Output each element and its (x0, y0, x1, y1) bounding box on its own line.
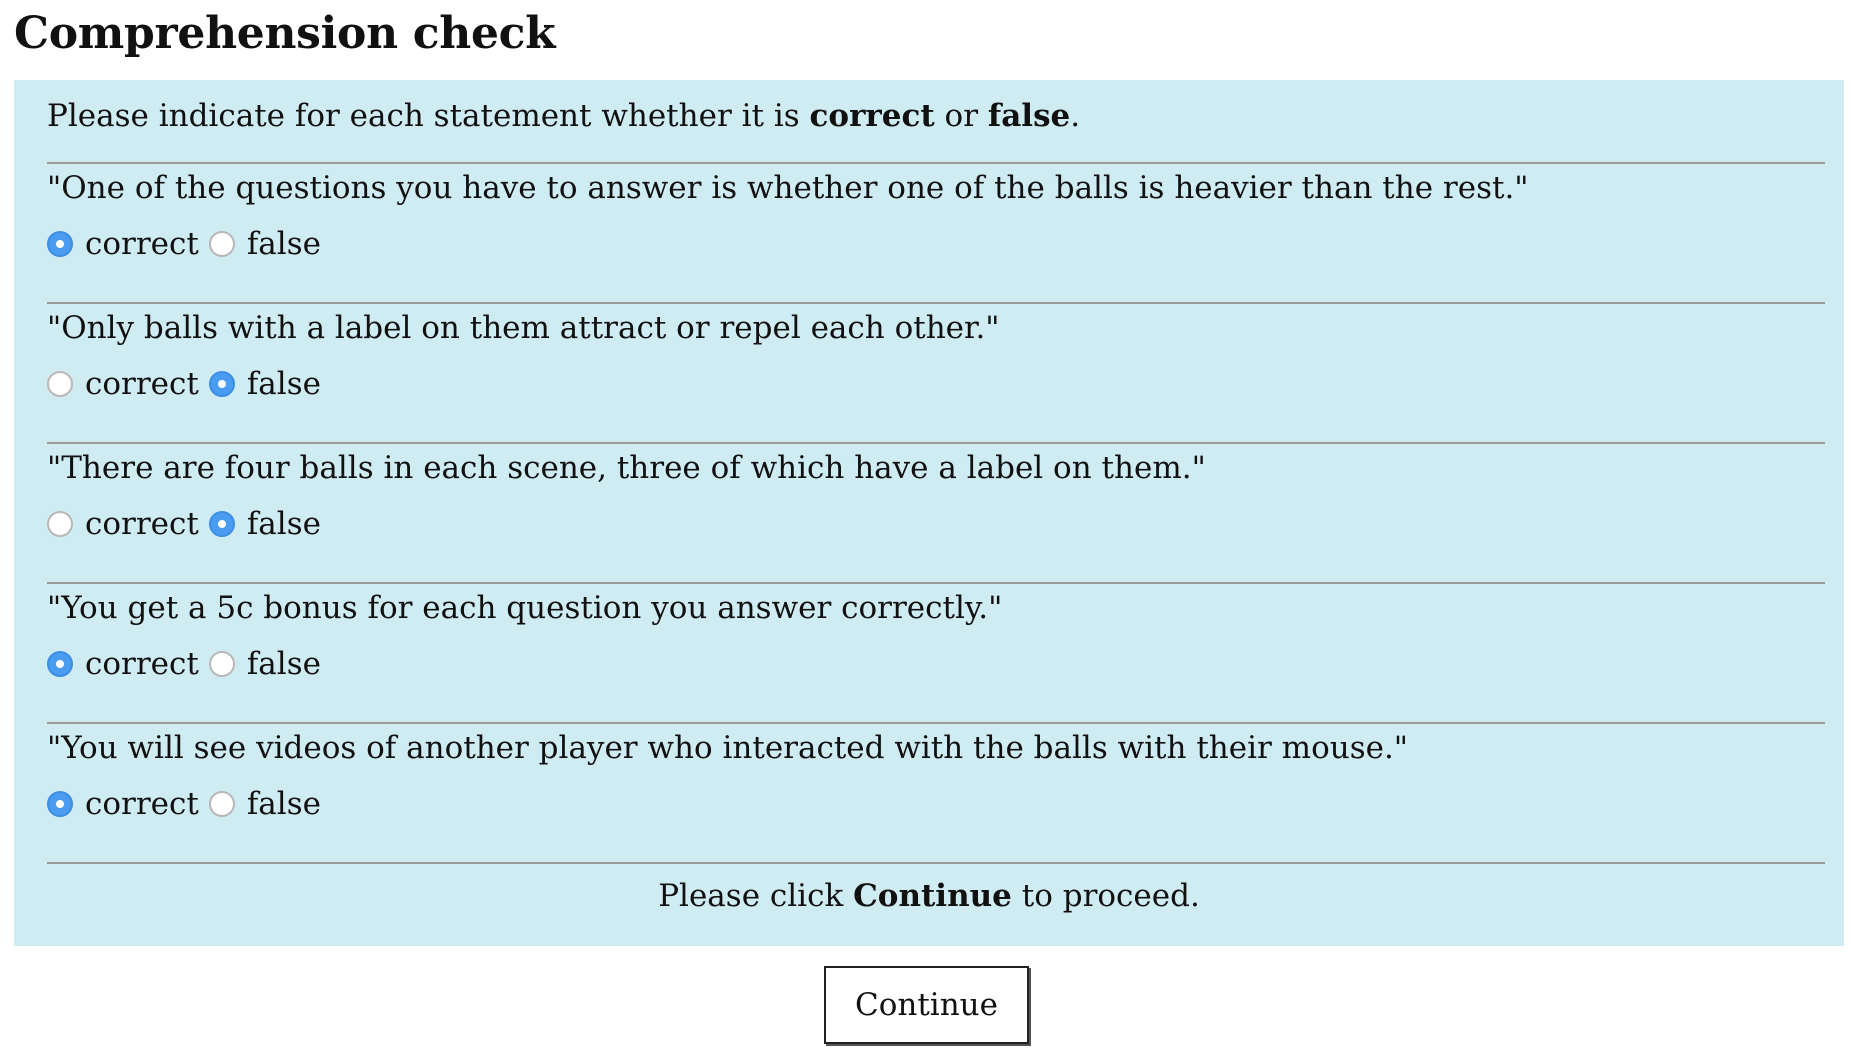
option-label-false: false (246, 366, 321, 402)
radio-button[interactable] (47, 511, 73, 537)
page-title: Comprehension check (14, 8, 556, 59)
question-2-option-false[interactable]: false (208, 366, 321, 402)
question-3-options: correct false (47, 504, 321, 544)
radio-button[interactable] (208, 511, 235, 537)
option-label-false: false (246, 506, 321, 542)
question-5-option-false[interactable]: false (208, 786, 321, 822)
radio-button[interactable] (208, 231, 235, 257)
continue-button[interactable]: Continue (824, 966, 1029, 1044)
footer-bold: Continue (853, 878, 1012, 914)
option-label-correct: correct (85, 226, 199, 262)
instructions-prefix: Please indicate for each statement wheth… (47, 98, 810, 134)
question-4-option-false[interactable]: false (208, 646, 321, 682)
divider (47, 582, 1825, 584)
divider (47, 722, 1825, 724)
divider (47, 162, 1825, 164)
question-4-option-correct[interactable]: correct (47, 646, 199, 682)
footer-prefix: Please click (658, 878, 854, 914)
question-4-statement: "You get a 5c bonus for each question yo… (47, 590, 1003, 626)
option-label-correct: correct (85, 366, 199, 402)
question-5-statement: "You will see videos of another player w… (47, 730, 1409, 766)
option-label-false: false (246, 786, 321, 822)
radio-button[interactable] (47, 791, 73, 817)
question-5-option-correct[interactable]: correct (47, 786, 199, 822)
question-1-option-correct[interactable]: correct (47, 226, 199, 262)
radio-button[interactable] (47, 651, 73, 677)
instructions-middle: or (934, 98, 988, 134)
footer-suffix: to proceed. (1011, 878, 1200, 914)
radio-button[interactable] (208, 651, 235, 677)
question-2-option-correct[interactable]: correct (47, 366, 199, 402)
question-1-options: correct false (47, 224, 321, 264)
comprehension-panel: Please indicate for each statement wheth… (14, 80, 1844, 946)
divider (47, 302, 1825, 304)
question-2-options: correct false (47, 364, 321, 404)
option-label-false: false (246, 646, 321, 682)
question-1-option-false[interactable]: false (208, 226, 321, 262)
option-label-false: false (246, 226, 321, 262)
radio-button[interactable] (47, 371, 73, 397)
instructions-suffix: . (1070, 98, 1081, 134)
option-label-correct: correct (85, 646, 199, 682)
divider (47, 862, 1825, 864)
radio-button[interactable] (208, 791, 235, 817)
question-3-option-false[interactable]: false (208, 506, 321, 542)
question-3-statement: "There are four balls in each scene, thr… (47, 450, 1206, 486)
instructions-text: Please indicate for each statement wheth… (47, 98, 1080, 134)
question-4-options: correct false (47, 644, 321, 684)
divider (47, 442, 1825, 444)
option-label-correct: correct (85, 786, 199, 822)
footer-note: Please click Continue to proceed. (14, 878, 1844, 914)
instructions-word-false: false (987, 98, 1071, 134)
option-label-correct: correct (85, 506, 199, 542)
radio-button[interactable] (47, 231, 73, 257)
question-3-option-correct[interactable]: correct (47, 506, 199, 542)
instructions-word-correct: correct (809, 98, 935, 134)
question-2-statement: "Only balls with a label on them attract… (47, 310, 1000, 346)
question-5-options: correct false (47, 784, 321, 824)
radio-button[interactable] (208, 371, 235, 397)
question-1-statement: "One of the questions you have to answer… (47, 170, 1529, 206)
